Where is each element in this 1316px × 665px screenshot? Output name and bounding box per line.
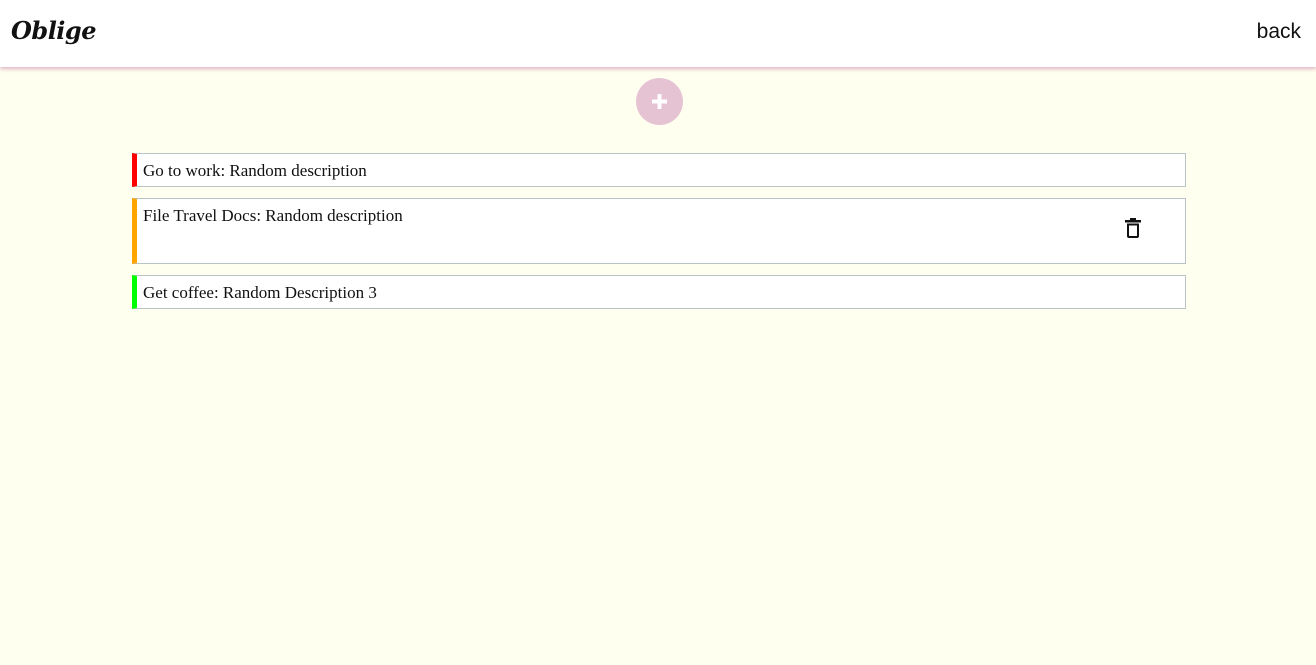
task-item[interactable]: Get coffee: Random Description 3 [132,275,1186,309]
delete-task-button[interactable] [1121,216,1145,240]
task-item[interactable]: Go to work: Random description [132,153,1186,187]
add-task-button[interactable] [636,78,683,125]
task-text: Get coffee: Random Description 3 [143,283,377,302]
app-logo[interactable]: Oblige [11,16,96,45]
task-item[interactable]: File Travel Docs: Random description [132,198,1186,264]
task-text: File Travel Docs: Random description [143,206,403,225]
top-navbar: Oblige back [0,0,1316,67]
plus-icon [652,94,667,109]
back-link[interactable]: back [1257,20,1301,44]
trash-icon [1125,218,1141,238]
task-text: Go to work: Random description [143,161,367,180]
